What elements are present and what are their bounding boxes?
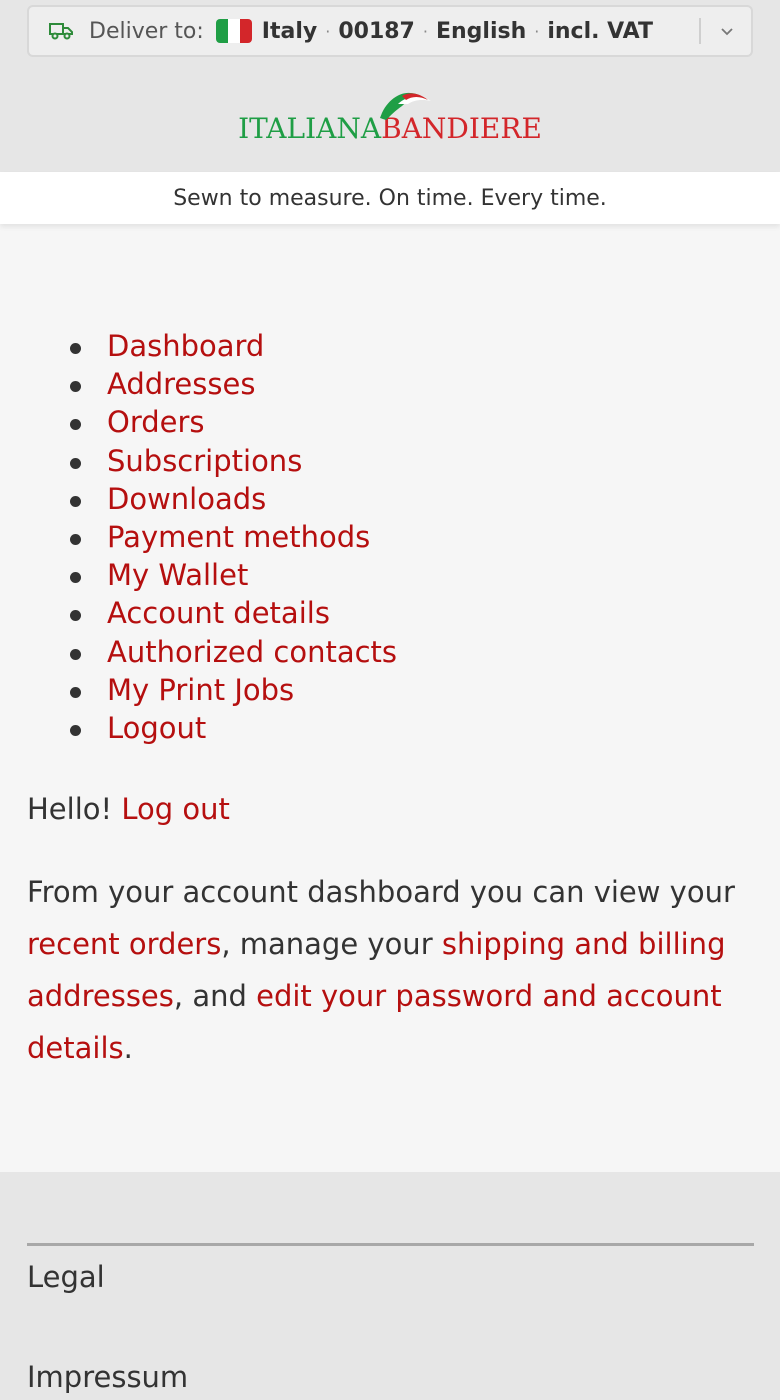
nav-item-authorized-contacts: Authorized contacts — [70, 633, 780, 671]
nav-link-orders[interactable]: Orders — [107, 405, 205, 439]
delivery-language: English — [435, 18, 527, 44]
delivery-selector[interactable]: Deliver to: Italy · 00187 · English · in… — [27, 5, 753, 57]
nav-link-subscriptions[interactable]: Subscriptions — [107, 444, 302, 478]
intro-text: . — [123, 1031, 133, 1065]
dashboard-intro: From your account dashboard you can view… — [27, 866, 737, 1074]
nav-link-account-details[interactable]: Account details — [107, 596, 330, 630]
site-footer: Legal Impressum — [0, 1172, 780, 1400]
nav-item-my-print-jobs: My Print Jobs — [70, 671, 780, 709]
chevron-down-icon[interactable] — [719, 23, 735, 39]
nav-link-payment-methods[interactable]: Payment methods — [107, 520, 370, 554]
nav-link-downloads[interactable]: Downloads — [107, 482, 266, 516]
nav-item-my-wallet: My Wallet — [70, 556, 780, 594]
footer-divider — [27, 1243, 754, 1246]
divider — [699, 18, 701, 44]
nav-link-addresses[interactable]: Addresses — [107, 367, 255, 401]
intro-text: , manage your — [221, 927, 442, 961]
tagline: Sewn to measure. On time. Every time. — [0, 172, 780, 224]
top-bar: Deliver to: Italy · 00187 · English · in… — [0, 0, 780, 62]
greeting: Hello! Log out — [27, 786, 230, 832]
truck-icon — [49, 23, 73, 40]
nav-link-authorized-contacts[interactable]: Authorized contacts — [107, 635, 397, 669]
nav-item-payment-methods: Payment methods — [70, 518, 780, 556]
italy-flag-icon — [215, 19, 252, 43]
brand-logo[interactable]: ITALIANA BANDIERE — [238, 90, 542, 145]
greeting-text: Hello! — [27, 792, 113, 826]
nav-link-dashboard[interactable]: Dashboard — [107, 329, 264, 363]
nav-item-downloads: Downloads — [70, 480, 780, 518]
flag-swoosh-icon — [380, 92, 432, 120]
account-navigation: Dashboard Addresses Orders Subscriptions… — [0, 224, 780, 747]
intro-text: From your account dashboard you can view… — [27, 875, 735, 909]
nav-item-subscriptions: Subscriptions — [70, 442, 780, 480]
separator-dot: · — [325, 21, 331, 41]
nav-link-my-wallet[interactable]: My Wallet — [107, 558, 248, 592]
delivery-postcode: 00187 — [338, 18, 415, 44]
footer-impressum-link[interactable]: Impressum — [27, 1360, 188, 1394]
brand-name-part1: ITALIANA — [238, 111, 382, 145]
delivery-tax: incl. VAT — [547, 18, 654, 44]
delivery-country: Italy — [261, 18, 318, 44]
nav-item-orders: Orders — [70, 403, 780, 441]
nav-item-account-details: Account details — [70, 594, 780, 632]
deliver-label: Deliver to: — [89, 18, 204, 44]
nav-link-logout[interactable]: Logout — [107, 711, 206, 745]
nav-item-addresses: Addresses — [70, 365, 780, 403]
nav-link-my-print-jobs[interactable]: My Print Jobs — [107, 673, 294, 707]
intro-text: , and — [173, 979, 257, 1013]
logout-link[interactable]: Log out — [121, 792, 230, 826]
nav-item-dashboard: Dashboard — [70, 327, 780, 365]
site-header: ITALIANA BANDIERE — [0, 62, 780, 172]
recent-orders-link[interactable]: recent orders — [27, 927, 221, 961]
separator-dot: · — [534, 21, 540, 41]
footer-legal-heading[interactable]: Legal — [27, 1260, 105, 1294]
nav-item-logout: Logout — [70, 709, 780, 747]
separator-dot: · — [422, 21, 428, 41]
